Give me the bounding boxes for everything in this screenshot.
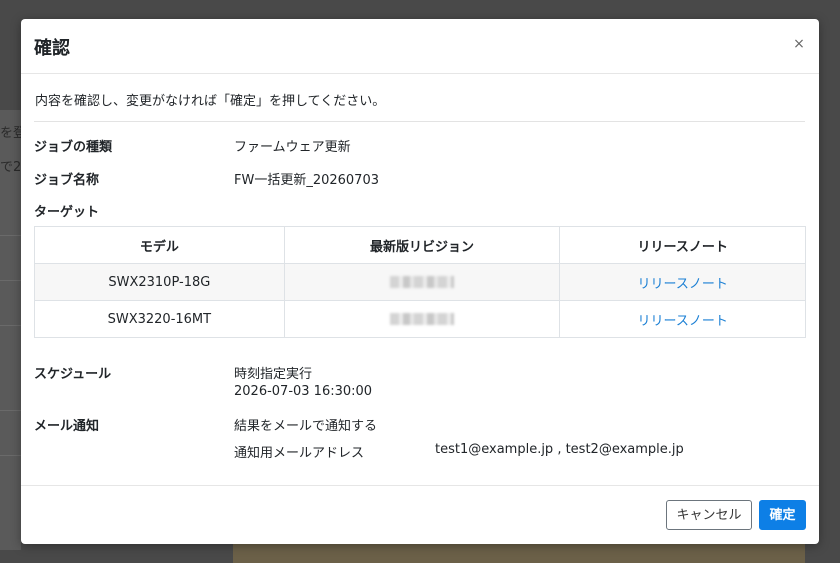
dialog-footer: キャンセル 確定	[21, 485, 819, 545]
background-banner	[233, 544, 805, 563]
job-type-value: ファームウェア更新	[234, 140, 351, 155]
confirm-button[interactable]: 確定	[759, 500, 806, 530]
background-text-peek: で20	[0, 160, 21, 175]
schedule-mode: 時刻指定実行	[234, 367, 313, 382]
background-divider	[0, 325, 21, 326]
redacted-revision	[390, 313, 455, 325]
background-divider	[0, 455, 21, 456]
background-divider	[0, 235, 21, 236]
column-header-model: モデル	[34, 226, 285, 264]
schedule-datetime: 2026-07-03 16:30:00	[234, 384, 373, 399]
column-header-release-note: リリースノート	[559, 226, 806, 264]
redacted-revision	[390, 276, 455, 288]
job-type-label: ジョブの種類	[34, 140, 113, 155]
revision-cell	[283, 263, 561, 301]
dialog-header: 確認 ×	[21, 19, 819, 74]
table-row: SWX3220-16MT リリースノート	[34, 300, 806, 338]
dialog-instructions: 内容を確認し、変更がなければ「確定」を押してください。	[35, 94, 386, 109]
background-divider	[0, 410, 21, 411]
model-cell: SWX2310P-18G	[34, 263, 285, 301]
release-note-cell: リリースノート	[559, 263, 806, 301]
column-header-latest-revision: 最新版リビジョン	[283, 226, 561, 264]
mail-address-label: 通知用メールアドレス	[234, 446, 365, 461]
target-table: モデル 最新版リビジョン リリースノート SWX2310P-18G リリースノー…	[34, 226, 806, 338]
mail-notification-label: メール通知	[34, 419, 100, 434]
release-note-cell: リリースノート	[559, 300, 806, 338]
release-note-link[interactable]: リリースノート	[638, 277, 728, 292]
revision-cell	[283, 300, 561, 338]
cancel-button[interactable]: キャンセル	[666, 500, 752, 530]
schedule-label: スケジュール	[34, 367, 112, 382]
close-icon[interactable]: ×	[791, 35, 807, 53]
table-header-row: モデル 最新版リビジョン リリースノート	[34, 226, 806, 264]
background-text-peek: を登	[0, 126, 21, 141]
job-name-label: ジョブ名称	[34, 173, 100, 188]
dialog-title: 確認	[34, 38, 70, 59]
release-note-link[interactable]: リリースノート	[638, 314, 728, 329]
divider	[34, 121, 805, 122]
mail-address-value: test1@example.jp , test2@example.jp	[435, 442, 684, 457]
background-divider	[0, 280, 21, 281]
model-cell: SWX3220-16MT	[34, 300, 285, 338]
table-row: SWX2310P-18G リリースノート	[34, 263, 806, 301]
background-sidebar-strip	[0, 110, 21, 550]
job-name-value: FW一括更新_20260703	[234, 173, 379, 188]
mail-notification-setting: 結果をメールで通知する	[234, 419, 378, 434]
confirm-dialog: 確認 × 内容を確認し、変更がなければ「確定」を押してください。 ジョブの種類 …	[21, 19, 819, 544]
target-label: ターゲット	[34, 205, 100, 220]
